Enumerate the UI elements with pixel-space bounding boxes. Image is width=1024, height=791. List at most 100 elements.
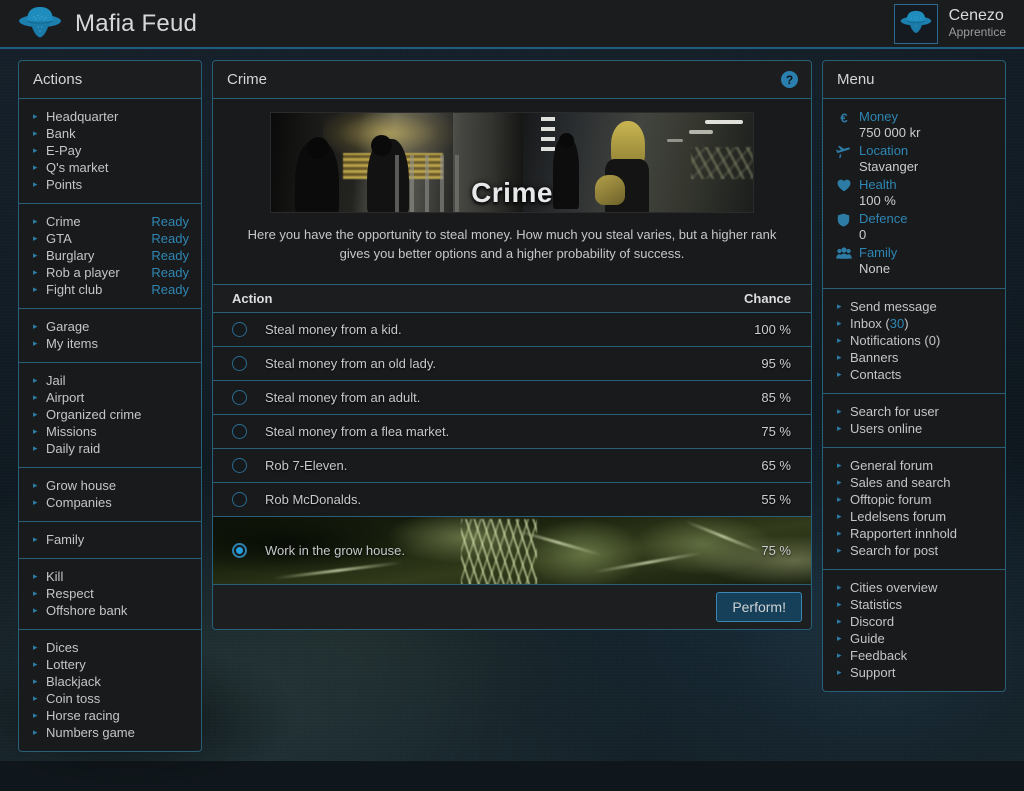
sidebar-item-sales-and-search[interactable]: ▸Sales and search <box>823 474 1005 491</box>
sidebar-item-banners[interactable]: ▸Banners <box>823 349 1005 366</box>
sidebar-item-q-s-market[interactable]: ▸Q's market <box>19 159 201 176</box>
sidebar-item-label: Organized crime <box>41 407 189 422</box>
sidebar-item-offtopic-forum[interactable]: ▸Offtopic forum <box>823 491 1005 508</box>
sidebar-item-label: General forum <box>845 458 993 473</box>
status-badge[interactable]: Ready <box>151 282 189 297</box>
action-radio-button[interactable] <box>232 356 247 371</box>
sidebar-item-rapportert-innhold[interactable]: ▸Rapportert innhold <box>823 525 1005 542</box>
sidebar-item-label: Respect <box>41 586 189 601</box>
sidebar-item-general-forum[interactable]: ▸General forum <box>823 457 1005 474</box>
action-row[interactable]: Steal money from a flea market.75 % <box>213 415 811 449</box>
airplane-icon <box>835 143 852 159</box>
action-label: Rob 7-Eleven. <box>247 458 761 473</box>
sidebar-item-contacts[interactable]: ▸Contacts <box>823 366 1005 383</box>
action-radio-button[interactable] <box>232 543 247 558</box>
action-row[interactable]: Rob McDonalds.55 % <box>213 483 811 517</box>
sidebar-item-family[interactable]: ▸Family <box>19 531 201 548</box>
sidebar-item-horse-racing[interactable]: ▸Horse racing <box>19 707 201 724</box>
action-radio-button[interactable] <box>232 492 247 507</box>
player-stats: €Money750 000 krLocationStavangerHealth1… <box>823 99 1005 289</box>
sidebar-item-discord[interactable]: ▸Discord <box>823 613 1005 630</box>
sidebar-item-grow-house[interactable]: ▸Grow house <box>19 477 201 494</box>
sidebar-item-inbox[interactable]: ▸Inbox (30) <box>823 315 1005 332</box>
stat-row-location[interactable]: LocationStavanger <box>823 142 1005 176</box>
sidebar-item-garage[interactable]: ▸Garage <box>19 318 201 335</box>
stat-label[interactable]: Health <box>859 177 897 193</box>
status-badge[interactable]: Ready <box>151 265 189 280</box>
stat-row-money[interactable]: €Money750 000 kr <box>823 108 1005 142</box>
stat-row-health[interactable]: Health100 % <box>823 176 1005 210</box>
user-profile[interactable]: Cenezo Apprentice <box>894 4 1024 44</box>
action-radio-button[interactable] <box>232 390 247 405</box>
sidebar-item-support[interactable]: ▸Support <box>823 664 1005 681</box>
stat-label[interactable]: Money <box>859 109 920 125</box>
stat-row-defence[interactable]: Defence0 <box>823 210 1005 244</box>
stat-label[interactable]: Defence <box>859 211 907 227</box>
sidebar-item-label: Points <box>41 177 189 192</box>
sidebar-item-blackjack[interactable]: ▸Blackjack <box>19 673 201 690</box>
action-radio-button[interactable] <box>232 322 247 337</box>
sidebar-item-my-items[interactable]: ▸My items <box>19 335 201 352</box>
sidebar-item-coin-toss[interactable]: ▸Coin toss <box>19 690 201 707</box>
sidebar-item-ledelsens-forum[interactable]: ▸Ledelsens forum <box>823 508 1005 525</box>
sidebar-item-feedback[interactable]: ▸Feedback <box>823 647 1005 664</box>
sidebar-item-label: Airport <box>41 390 189 405</box>
sidebar-item-headquarter[interactable]: ▸Headquarter <box>19 108 201 125</box>
sidebar-item-jail[interactable]: ▸Jail <box>19 372 201 389</box>
action-radio-button[interactable] <box>232 424 247 439</box>
triangle-bullet-icon: ▸ <box>33 643 41 652</box>
status-badge[interactable]: Ready <box>151 248 189 263</box>
nav-group: ▸Headquarter▸Bank▸E-Pay▸Q's market▸Point… <box>19 99 201 204</box>
sidebar-item-fight-club[interactable]: ▸Fight clubReady <box>19 281 201 298</box>
brand[interactable]: Mafia Feud <box>0 4 197 43</box>
sidebar-item-daily-raid[interactable]: ▸Daily raid <box>19 440 201 457</box>
status-badge[interactable]: Ready <box>151 231 189 246</box>
sidebar-item-search-for-post[interactable]: ▸Search for post <box>823 542 1005 559</box>
sidebar-item-search-for-user[interactable]: ▸Search for user <box>823 403 1005 420</box>
action-row[interactable]: Steal money from an adult.85 % <box>213 381 811 415</box>
avatar[interactable] <box>894 4 938 44</box>
sidebar-item-organized-crime[interactable]: ▸Organized crime <box>19 406 201 423</box>
sidebar-item-users-online[interactable]: ▸Users online <box>823 420 1005 437</box>
sidebar-item-rob-a-player[interactable]: ▸Rob a playerReady <box>19 264 201 281</box>
stat-label[interactable]: Location <box>859 143 918 159</box>
sidebar-item-respect[interactable]: ▸Respect <box>19 585 201 602</box>
stat-label[interactable]: Family <box>859 245 897 261</box>
action-label: Steal money from a flea market. <box>247 424 761 439</box>
sidebar-item-gta[interactable]: ▸GTAReady <box>19 230 201 247</box>
triangle-bullet-icon: ▸ <box>33 427 41 436</box>
stat-row-family[interactable]: FamilyNone <box>823 244 1005 278</box>
sidebar-item-notifications-0[interactable]: ▸Notifications (0) <box>823 332 1005 349</box>
action-chance: 65 % <box>761 458 791 473</box>
sidebar-item-offshore-bank[interactable]: ▸Offshore bank <box>19 602 201 619</box>
sidebar-item-statistics[interactable]: ▸Statistics <box>823 596 1005 613</box>
sidebar-item-bank[interactable]: ▸Bank <box>19 125 201 142</box>
action-row[interactable]: Steal money from a kid.100 % <box>213 313 811 347</box>
sidebar-item-label: Search for post <box>845 543 993 558</box>
sidebar-item-dices[interactable]: ▸Dices <box>19 639 201 656</box>
sidebar-item-numbers-game[interactable]: ▸Numbers game <box>19 724 201 741</box>
sidebar-item-kill[interactable]: ▸Kill <box>19 568 201 585</box>
sidebar-item-airport[interactable]: ▸Airport <box>19 389 201 406</box>
sidebar-item-label: Dices <box>41 640 189 655</box>
sidebar-item-send-message[interactable]: ▸Send message <box>823 298 1005 315</box>
sidebar-item-cities-overview[interactable]: ▸Cities overview <box>823 579 1005 596</box>
question-mark-circle-icon[interactable]: ? <box>781 71 798 88</box>
status-badge[interactable]: Ready <box>151 214 189 229</box>
sidebar-item-missions[interactable]: ▸Missions <box>19 423 201 440</box>
action-row[interactable]: Steal money from an old lady.95 % <box>213 347 811 381</box>
sidebar-item-lottery[interactable]: ▸Lottery <box>19 656 201 673</box>
fedora-hat-icon <box>900 8 932 39</box>
sidebar-item-e-pay[interactable]: ▸E-Pay <box>19 142 201 159</box>
sidebar-item-points[interactable]: ▸Points <box>19 176 201 193</box>
sidebar-item-crime[interactable]: ▸CrimeReady <box>19 213 201 230</box>
perform-button[interactable]: Perform! <box>716 592 802 622</box>
sidebar-item-guide[interactable]: ▸Guide <box>823 630 1005 647</box>
triangle-bullet-icon: ▸ <box>837 512 845 521</box>
action-row[interactable]: Rob 7-Eleven.65 % <box>213 449 811 483</box>
sidebar-item-companies[interactable]: ▸Companies <box>19 494 201 511</box>
action-radio-button[interactable] <box>232 458 247 473</box>
action-label: Rob McDonalds. <box>247 492 761 507</box>
action-row[interactable]: Work in the grow house.75 % <box>213 517 811 585</box>
sidebar-item-burglary[interactable]: ▸BurglaryReady <box>19 247 201 264</box>
